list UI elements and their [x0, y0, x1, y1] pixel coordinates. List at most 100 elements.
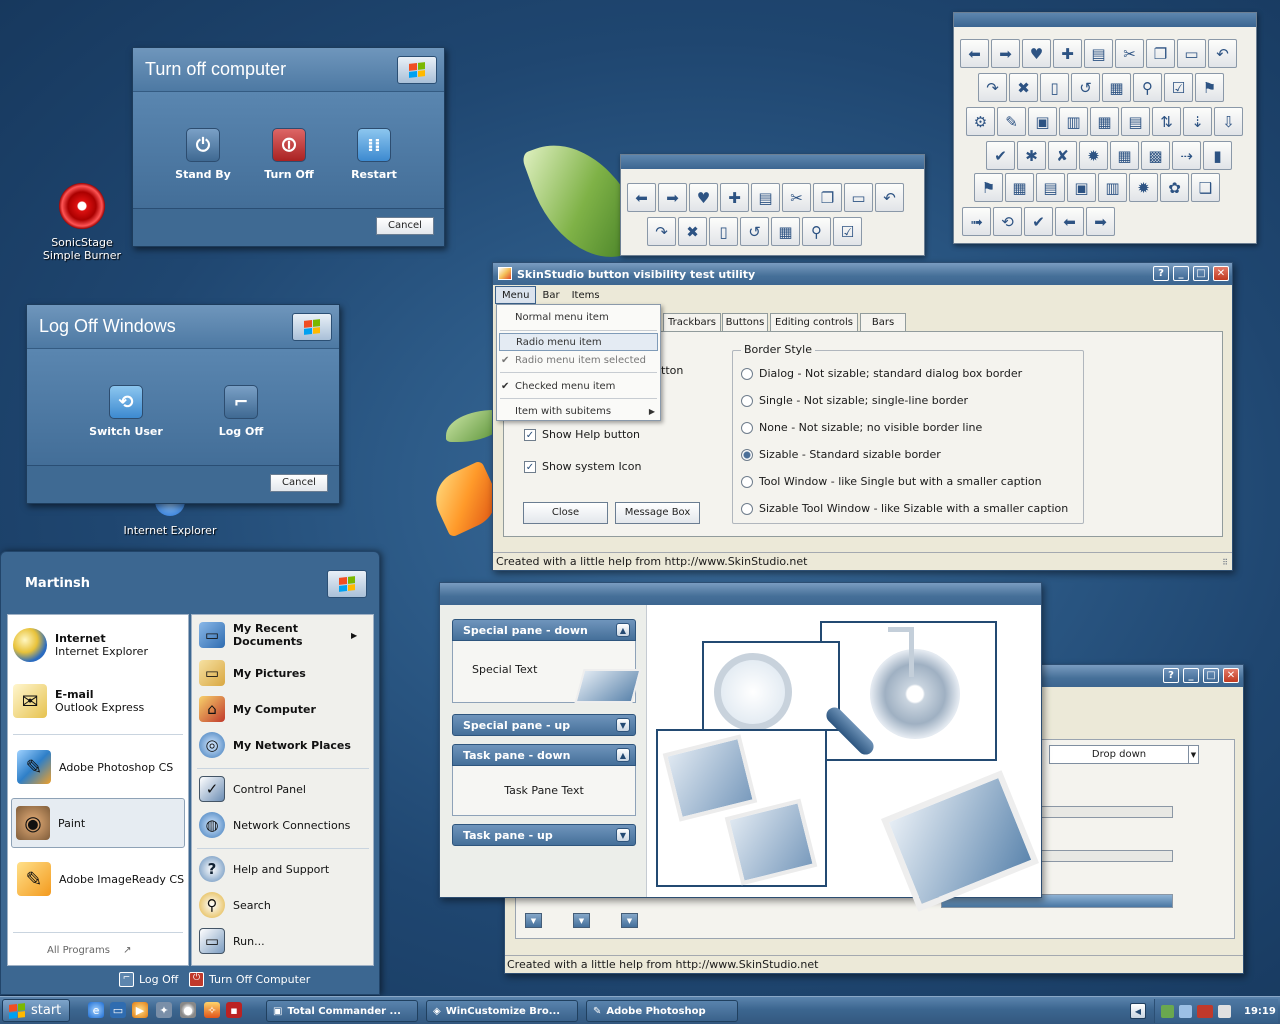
expand-icon[interactable]: ▼ [616, 828, 630, 842]
switch-user-button[interactable]: ⟲ Switch User [71, 385, 181, 438]
start-item-my-pictures[interactable]: ▭ My Pictures [199, 660, 306, 686]
menu-item-subitems[interactable]: Item with subitems ▶ [497, 401, 660, 421]
border-style-radio[interactable]: Dialog - Not sizable; standard dialog bo… [741, 367, 1022, 380]
maximize-button[interactable]: □ [1193, 266, 1209, 281]
toolbar-button-icon[interactable]: ▦ [771, 217, 800, 246]
toolbar-button-icon[interactable]: ✖ [678, 217, 707, 246]
start-item-internet[interactable]: Internet Internet Explorer [13, 628, 148, 662]
start-item-run[interactable]: ▭ Run... [199, 928, 265, 954]
resize-grip-icon[interactable]: ⠿ [1222, 558, 1228, 567]
toolbar-button-icon[interactable]: ⬅ [1055, 207, 1084, 236]
dropdown[interactable]: Drop down ▼ [1049, 745, 1199, 764]
scroll-down-button[interactable]: ▼ [573, 913, 590, 928]
toolbar-button-icon[interactable]: ▭ [844, 183, 873, 212]
border-style-radio[interactable]: Sizable - Standard sizable border [741, 448, 941, 461]
toolbar-button-icon[interactable]: ▣ [1028, 107, 1057, 136]
toolbar-button-icon[interactable]: ⟲ [993, 207, 1022, 236]
start-item-network-places[interactable]: ◎ My Network Places [199, 732, 351, 758]
toolbar-button-icon[interactable]: ⇣ [1183, 107, 1212, 136]
minimize-button[interactable]: _ [1183, 668, 1199, 683]
restart-button[interactable]: ⁞⁞ Restart [319, 128, 429, 181]
toolbar-button-icon[interactable]: ☑ [1164, 73, 1193, 102]
toolbar-button-icon[interactable]: ↶ [875, 183, 904, 212]
task-wincustomize[interactable]: ◈ WinCustomize Bro... [426, 1000, 578, 1022]
save-icon[interactable]: ▪ [226, 1002, 242, 1018]
close-button[interactable]: ✕ [1223, 668, 1239, 683]
tool-icon[interactable]: ✦ [156, 1002, 172, 1018]
start-item-control-panel[interactable]: ✓ Control Panel [199, 776, 306, 802]
border-style-radio[interactable]: Single - Not sizable; single-line border [741, 394, 968, 407]
close-dialog-button[interactable]: Close [523, 502, 608, 524]
scroll-down-button[interactable]: ▼ [525, 913, 542, 928]
toolbar-button-icon[interactable]: ▤ [1121, 107, 1150, 136]
toolbar-button-icon[interactable]: ✹ [1079, 141, 1108, 170]
chevron-down-icon[interactable]: ▼ [1188, 746, 1198, 763]
ie-icon[interactable]: e [88, 1002, 104, 1018]
toolbar-button-icon[interactable]: ▮ [1203, 141, 1232, 170]
toolbar-button-icon[interactable]: ✂ [1115, 39, 1144, 68]
collapse-icon[interactable]: ▲ [616, 623, 630, 637]
toolbar-button-icon[interactable]: ⚲ [1133, 73, 1162, 102]
tab-editing-controls[interactable]: Editing controls [770, 313, 858, 331]
menu-item-radio[interactable]: Radio menu item [499, 333, 658, 351]
start-item-paint[interactable]: ◉ Paint [11, 798, 185, 848]
desktop-icon-sonicstage[interactable]: SonicStage Simple Burner [36, 183, 128, 262]
toolbar-button-icon[interactable]: ✂ [782, 183, 811, 212]
border-style-radio[interactable]: None - Not sizable; no visible border li… [741, 421, 982, 434]
maximize-button[interactable]: □ [1203, 668, 1219, 683]
menu-item-checked[interactable]: ✔ Checked menu item [497, 376, 660, 396]
toolbar-button-icon[interactable]: ➡ [1086, 207, 1115, 236]
tab-bars[interactable]: Bars [860, 313, 906, 331]
start-item-my-computer[interactable]: ⌂ My Computer [199, 696, 316, 722]
toolbar-button-icon[interactable]: ✚ [720, 183, 749, 212]
collapse-icon[interactable]: ▲ [616, 748, 630, 762]
explorer-icon[interactable]: ▭ [110, 1002, 126, 1018]
all-programs-button[interactable]: All Programs ↗ [47, 945, 132, 956]
toolbar-button-icon[interactable]: ▭ [1177, 39, 1206, 68]
network-tray-icon[interactable] [1179, 1004, 1192, 1018]
ati-tray-icon[interactable] [1197, 1004, 1213, 1018]
toolbar-button-icon[interactable]: ⚑ [1195, 73, 1224, 102]
toolbar-button-icon[interactable]: ▣ [1067, 173, 1096, 202]
toolbar-button-icon[interactable]: ▯ [709, 217, 738, 246]
toolbar-button-icon[interactable]: ⚙ [966, 107, 995, 136]
toolbar-button-icon[interactable]: ♥ [689, 183, 718, 212]
toolbar-button-icon[interactable]: ▦ [1005, 173, 1034, 202]
menu-items[interactable]: Items [566, 286, 606, 304]
tab-buttons[interactable]: Buttons [722, 313, 768, 331]
tray-scroll-button[interactable]: ◀ [1130, 1003, 1146, 1019]
menu-menu[interactable]: Menu [495, 286, 537, 304]
pane-header[interactable]: Special pane - up ▼ [452, 714, 636, 736]
close-button[interactable]: ✕ [1213, 266, 1229, 281]
toolbar-button-icon[interactable]: ▦ [1102, 73, 1131, 102]
start-item-email[interactable]: ✉ E-mail Outlook Express [13, 684, 144, 718]
expand-icon[interactable]: ▼ [616, 718, 630, 732]
toolbar-button-icon[interactable]: ❐ [813, 183, 842, 212]
message-box-button[interactable]: Message Box [615, 502, 700, 524]
toolbar-button-icon[interactable]: ▩ [1141, 141, 1170, 170]
toolbar-button-icon[interactable]: ⬅ [627, 183, 656, 212]
toolbar-button-icon[interactable]: ▥ [1059, 107, 1088, 136]
log-off-button[interactable]: ⌐ Log Off [186, 385, 296, 438]
flame-icon[interactable]: ✧ [204, 1002, 220, 1018]
toolbar-button-icon[interactable]: ✿ [1160, 173, 1189, 202]
toolbar-button-icon[interactable]: ⇢ [1172, 141, 1201, 170]
start-item-help[interactable]: ? Help and Support [199, 856, 329, 882]
disc-icon[interactable]: ● [180, 1002, 196, 1018]
pane-header[interactable]: Special pane - down ▲ [452, 619, 636, 641]
start-item-imageready[interactable]: ✎ Adobe ImageReady CS [17, 862, 184, 896]
toolbar-button-icon[interactable]: ✱ [1017, 141, 1046, 170]
cancel-button[interactable]: Cancel [270, 474, 328, 492]
toolbar-button-icon[interactable]: ▦ [1090, 107, 1119, 136]
task-adobe-photoshop[interactable]: ✎ Adobe Photoshop [586, 1000, 738, 1022]
toolbar-button-icon[interactable]: ☑ [833, 217, 862, 246]
tab-trackbars[interactable]: Trackbars [663, 313, 721, 331]
start-item-search[interactable]: ⚲ Search [199, 892, 271, 918]
toolbar-button-icon[interactable]: ⚑ [974, 173, 1003, 202]
toolbar-button-icon[interactable]: ▦ [1110, 141, 1139, 170]
toolbar-button-icon[interactable]: ✚ [1053, 39, 1082, 68]
toolbar-button-icon[interactable]: ⇩ [1214, 107, 1243, 136]
help-button[interactable]: ? [1163, 668, 1179, 683]
menu-item-normal[interactable]: Normal menu item [497, 307, 660, 327]
toolbar-button-icon[interactable]: ▤ [1036, 173, 1065, 202]
